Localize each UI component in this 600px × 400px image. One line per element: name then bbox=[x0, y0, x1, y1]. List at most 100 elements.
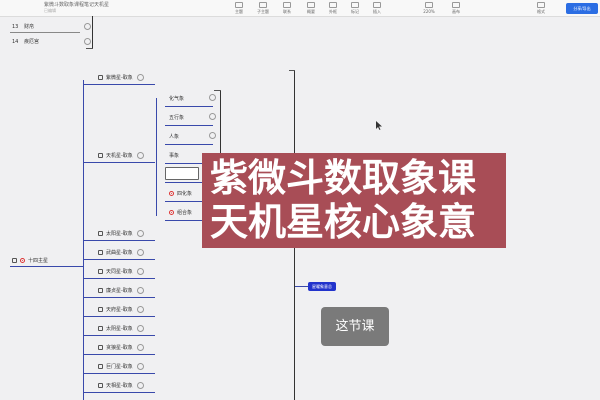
tianji-child-node[interactable]: 四化象 bbox=[169, 190, 192, 198]
context-node-jie[interactable]: 14 疾厄宫 bbox=[12, 38, 91, 46]
toolbar-item-label: 主题 bbox=[235, 9, 243, 14]
node-label: 财帛 bbox=[23, 24, 34, 30]
toolbar-item-22[interactable]: 画布 bbox=[445, 2, 467, 15]
toolbar-icon bbox=[329, 2, 337, 8]
info-icon bbox=[136, 248, 144, 256]
root-label: 十四主星 bbox=[28, 258, 49, 264]
toolbar-item-21[interactable]: 220% bbox=[418, 2, 440, 15]
star-node[interactable]: 巨门星-取象 bbox=[98, 362, 144, 371]
star-node[interactable]: 天同星-取象 bbox=[98, 267, 144, 276]
priority-marker-icon bbox=[169, 209, 174, 215]
node-underline bbox=[95, 316, 155, 317]
root-node[interactable]: 十四主星 bbox=[12, 257, 48, 265]
info-icon bbox=[84, 38, 91, 45]
star-node[interactable]: 天机星-取象 bbox=[98, 151, 144, 160]
toolbar-item-5[interactable]: 标记 bbox=[344, 2, 366, 15]
share-button[interactable]: 分享/导出 bbox=[566, 3, 598, 14]
node-underline bbox=[165, 106, 213, 107]
node-underline bbox=[95, 240, 155, 241]
checkbox-icon[interactable] bbox=[98, 230, 103, 236]
checkbox-icon[interactable] bbox=[98, 325, 103, 331]
toolbar-item-4[interactable]: 外框 bbox=[322, 2, 344, 15]
star-node[interactable]: 武曲星-取象 bbox=[98, 248, 144, 257]
info-icon bbox=[136, 286, 144, 294]
node-underline bbox=[95, 373, 155, 374]
tianji-child-node[interactable]: 化气象 bbox=[169, 94, 216, 103]
star-label: 武曲星-取象 bbox=[106, 250, 133, 256]
checkbox-icon[interactable] bbox=[98, 363, 103, 369]
toolbar-item-label: 220% bbox=[423, 9, 435, 14]
info-icon bbox=[209, 94, 216, 101]
tianji-child-node[interactable]: 组合象 bbox=[169, 209, 192, 217]
summary-tag[interactable]: 星曜象意总 bbox=[308, 282, 336, 291]
toolbar-item-3[interactable]: 概要 bbox=[300, 2, 322, 15]
info-icon bbox=[136, 362, 144, 370]
star-node[interactable]: 贪狼星-取象 bbox=[98, 343, 144, 352]
checkbox-icon[interactable] bbox=[98, 74, 103, 80]
checkbox-icon[interactable] bbox=[98, 306, 103, 312]
toolbar-item-0[interactable]: 主题 bbox=[228, 2, 250, 15]
info-icon bbox=[84, 23, 91, 30]
toolbar-item-label: 联系 bbox=[283, 9, 291, 14]
node-underline bbox=[95, 162, 155, 163]
toolbar-item-label: 格式 bbox=[537, 9, 545, 14]
toolbar-item-label: 画布 bbox=[452, 9, 460, 14]
star-label: 太阳星-取象 bbox=[106, 231, 133, 237]
star-node[interactable]: 紫微星-取象 bbox=[98, 73, 144, 82]
node-underline bbox=[95, 354, 155, 355]
info-icon bbox=[136, 73, 144, 81]
context-node-caibo[interactable]: 13 财帛 bbox=[12, 23, 91, 31]
node-underline bbox=[95, 297, 155, 298]
info-icon bbox=[136, 324, 144, 332]
node-connector bbox=[84, 373, 95, 374]
overlay-title-line2: 天机星核心象意 bbox=[210, 200, 477, 244]
toolbar-icon bbox=[235, 2, 243, 8]
star-node[interactable]: 天相星-取象 bbox=[98, 381, 144, 390]
toolbar-icon bbox=[283, 2, 291, 8]
star-node[interactable]: 太阴星-取象 bbox=[98, 324, 144, 333]
node-connector bbox=[84, 354, 95, 355]
node-connector bbox=[84, 259, 95, 260]
checkbox-icon[interactable] bbox=[98, 268, 103, 274]
checkbox-icon[interactable] bbox=[98, 287, 103, 293]
star-label: 巨门星-取象 bbox=[106, 364, 133, 370]
node-underline bbox=[165, 125, 213, 126]
node-connector bbox=[84, 392, 95, 393]
star-label: 紫微星-取象 bbox=[106, 75, 133, 81]
child-label: 化气象 bbox=[169, 96, 185, 102]
checkbox-icon[interactable] bbox=[98, 249, 103, 255]
star-node[interactable]: 廉贞星-取象 bbox=[98, 286, 144, 295]
child-label: 五行象 bbox=[169, 115, 185, 121]
checkbox-icon[interactable] bbox=[98, 344, 103, 350]
toolbar-item-2[interactable]: 联系 bbox=[276, 2, 298, 15]
priority-marker-icon bbox=[169, 190, 174, 196]
star-node[interactable]: 太阳星-取象 bbox=[98, 229, 144, 238]
star-node[interactable]: 天府星-取象 bbox=[98, 305, 144, 314]
star-label: 天机星-取象 bbox=[106, 153, 133, 159]
node-connector bbox=[84, 316, 95, 317]
info-icon bbox=[209, 113, 216, 120]
node-connector bbox=[84, 297, 95, 298]
tianji-child-node[interactable]: 事象 bbox=[169, 152, 179, 160]
star-label: 天相星-取象 bbox=[106, 383, 133, 389]
tianji-child-node[interactable]: 五行象 bbox=[169, 113, 216, 122]
star-label: 贪狼星-取象 bbox=[106, 345, 133, 351]
checkbox-icon[interactable] bbox=[98, 152, 103, 158]
toolbar-item-23[interactable]: 格式 bbox=[530, 2, 552, 15]
checkbox-icon[interactable] bbox=[12, 257, 17, 263]
toolbar-item-label: 标记 bbox=[351, 9, 359, 14]
toolbar-icon bbox=[351, 2, 359, 8]
node-underline bbox=[165, 144, 213, 145]
toolbar-item-1[interactable]: 子主题 bbox=[252, 2, 274, 15]
star-label: 太阴星-取象 bbox=[106, 326, 133, 332]
node-label: 疾厄宫 bbox=[23, 39, 39, 45]
toolbar-icon bbox=[307, 2, 315, 8]
selected-node-frame bbox=[165, 167, 199, 180]
toolbar-item-label: 概要 bbox=[307, 9, 315, 14]
toolbar-item-6[interactable]: 插入 bbox=[366, 2, 388, 15]
star-label: 廉贞星-取象 bbox=[106, 288, 133, 294]
node-underline bbox=[95, 259, 155, 260]
node-connector bbox=[84, 278, 95, 279]
tianji-child-node[interactable]: 人象 bbox=[169, 132, 216, 141]
checkbox-icon[interactable] bbox=[98, 382, 103, 388]
